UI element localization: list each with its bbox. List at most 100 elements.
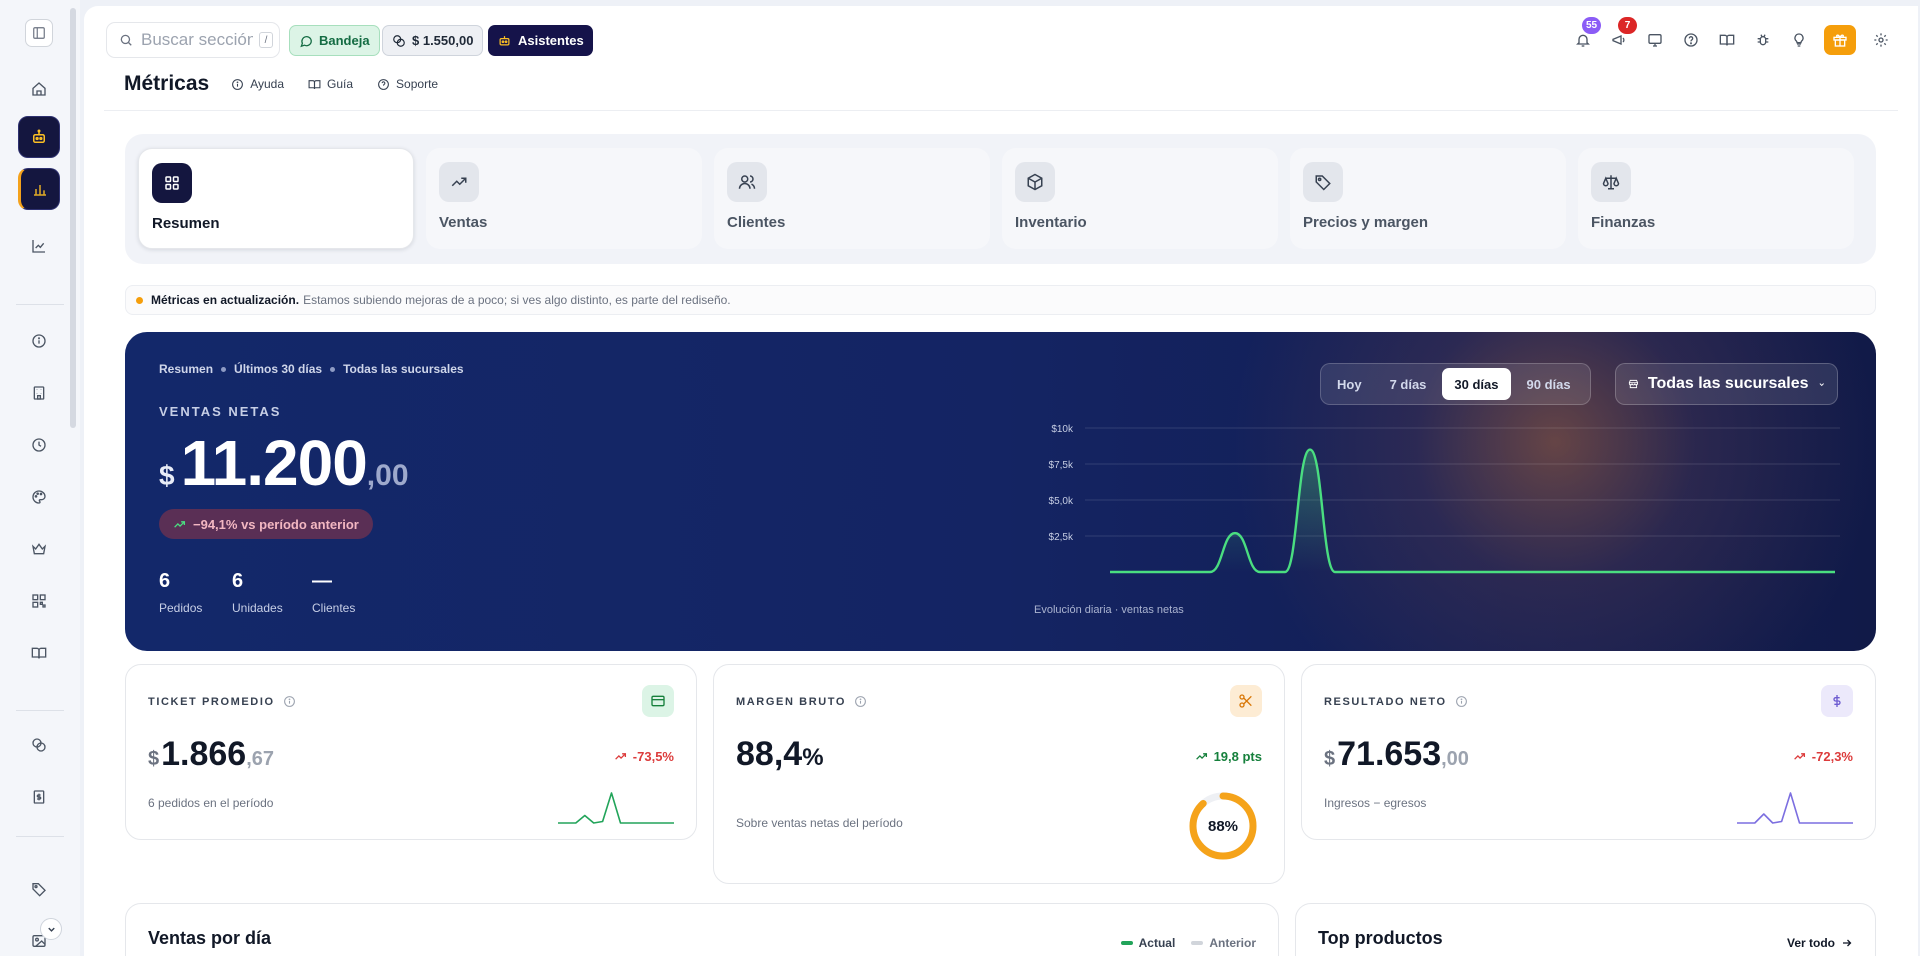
sidebar-scrollbar[interactable]: [70, 8, 76, 428]
chevron-down-icon: [1819, 382, 1824, 386]
sidebar-toggle-button[interactable]: [25, 19, 53, 47]
header-divider: [104, 110, 1898, 111]
gear-icon: [1874, 33, 1888, 47]
range-selector: Hoy 7 días 30 días 90 días: [1320, 363, 1591, 405]
y-tick-label: $2,5k: [1049, 532, 1074, 543]
info-icon[interactable]: [854, 695, 867, 708]
stat-label: Pedidos: [159, 601, 203, 615]
tab-finanzas[interactable]: Finanzas: [1578, 148, 1854, 249]
card-label: MARGEN BRUTO: [736, 695, 867, 708]
range-7-days[interactable]: 7 días: [1378, 368, 1439, 400]
topbar: Buscar sección... / Bandeja $ 1.550,00 A…: [84, 17, 1918, 58]
see-all-link[interactable]: Ver todo: [1787, 936, 1853, 950]
guide-link[interactable]: Guía: [308, 77, 353, 91]
users-icon: [727, 162, 767, 202]
net-sales-hero: Resumen Últimos 30 días Todas las sucurs…: [125, 332, 1876, 651]
crown-icon: [31, 543, 47, 555]
net-sales-delta: −94,1% vs período anterior: [159, 509, 373, 539]
sidebar-item-reports[interactable]: [18, 225, 60, 267]
sidebar-item-branches[interactable]: [18, 372, 60, 414]
range-today[interactable]: Hoy: [1325, 368, 1374, 400]
support-link[interactable]: Soporte: [377, 77, 438, 91]
sparkline-path: [1737, 792, 1853, 824]
help-button[interactable]: [1680, 29, 1702, 51]
notice-text: Estamos subiendo mejoras de a poco; si v…: [303, 293, 731, 307]
tab-clientes[interactable]: Clientes: [714, 148, 990, 249]
range-30-days[interactable]: 30 días: [1442, 368, 1511, 400]
currency-symbol: $: [148, 748, 160, 770]
sidebar-item-design[interactable]: [18, 476, 60, 518]
gift-button[interactable]: [1824, 25, 1856, 55]
tag-icon: [32, 883, 46, 897]
sidebar-item-info[interactable]: [18, 320, 60, 362]
building-icon: [33, 386, 45, 400]
sidebar-collapse-button[interactable]: [40, 918, 62, 940]
result-sparkline: [1737, 792, 1853, 824]
inbox-button[interactable]: Bandeja: [289, 25, 380, 56]
tab-precios[interactable]: Precios y margen: [1290, 148, 1566, 249]
sidebar-item-plans[interactable]: [18, 528, 60, 570]
docs-button[interactable]: [1716, 29, 1738, 51]
page-title: Métricas: [124, 72, 210, 95]
sparkline-path: [558, 792, 674, 824]
card-delta: -72,3%: [1793, 749, 1853, 764]
assistants-button[interactable]: Asistentes: [488, 25, 593, 56]
sidebar-item-payments[interactable]: [18, 724, 60, 766]
tab-inventario[interactable]: Inventario: [1002, 148, 1278, 249]
display-button[interactable]: [1644, 29, 1666, 51]
card-title: Ventas por día: [148, 928, 272, 948]
tag-icon: [1303, 162, 1343, 202]
help-link[interactable]: Ayuda: [231, 77, 284, 91]
tab-resumen[interactable]: Resumen: [138, 148, 414, 249]
search-input[interactable]: Buscar sección... /: [106, 22, 280, 58]
scale-icon: [1591, 162, 1631, 202]
range-90-days[interactable]: 90 días: [1515, 368, 1583, 400]
report-bug-button[interactable]: [1752, 29, 1774, 51]
info-icon[interactable]: [283, 695, 296, 708]
stat-value: —: [312, 570, 332, 592]
support-link-label: Soporte: [396, 77, 439, 91]
branch-selector[interactable]: Todas las sucursales: [1615, 363, 1838, 405]
bug-icon: [1757, 34, 1769, 46]
series-area: [1110, 449, 1835, 572]
gross-margin-card: MARGEN BRUTO 88,4 % 19,8 pts Sobre venta…: [713, 664, 1285, 884]
settings-button[interactable]: [1870, 29, 1892, 51]
crumb-item: Últimos 30 días: [234, 362, 323, 376]
main-panel: Buscar sección... / Bandeja $ 1.550,00 A…: [84, 6, 1918, 956]
help-link-label: Ayuda: [250, 77, 285, 91]
currency-symbol: $: [159, 460, 175, 491]
legend-label: Actual: [1138, 936, 1176, 950]
stat-label: Unidades: [232, 601, 283, 615]
delta-text: 19,8 pts: [1213, 749, 1262, 764]
sidebar-item-metrics[interactable]: [18, 168, 60, 210]
sidebar-item-docs[interactable]: [18, 632, 60, 674]
megaphone-icon: [1612, 35, 1625, 45]
tab-label: Resumen: [152, 215, 220, 232]
store-icon: [1628, 379, 1638, 389]
bar-chart-icon: [34, 185, 46, 196]
balance-button[interactable]: $ 1.550,00: [382, 25, 484, 56]
ideas-button[interactable]: [1788, 29, 1810, 51]
notice-dot: [136, 296, 143, 304]
announcements-button[interactable]: 7: [1608, 17, 1637, 51]
tab-ventas[interactable]: Ventas: [426, 148, 702, 249]
card-label-text: RESULTADO NETO: [1324, 695, 1447, 708]
top-products-card: Top productos Ver todo: [1295, 903, 1876, 956]
scissors-icon: [1230, 685, 1262, 717]
legend-previous[interactable]: Anterior: [1191, 936, 1256, 950]
info-icon[interactable]: [1455, 695, 1468, 708]
sidebar-item-home[interactable]: [18, 68, 60, 110]
sidebar-item-tags[interactable]: [18, 868, 60, 910]
sidebar-item-history[interactable]: [18, 424, 60, 466]
panel-icon: [33, 27, 45, 39]
stat-value: 6: [159, 570, 171, 592]
tab-label: Finanzas: [1591, 214, 1656, 231]
sidebar-item-assistants[interactable]: [18, 116, 60, 158]
sidebar-item-invoices[interactable]: [18, 776, 60, 818]
notifications-button[interactable]: 55: [1572, 17, 1602, 51]
net-result-card: RESULTADO NETO $ 71.653 ,00 -72,3% Ingre…: [1301, 664, 1876, 840]
sidebar-item-qr[interactable]: [18, 580, 60, 622]
donut-label: 88%: [1207, 817, 1239, 835]
legend-current[interactable]: Actual: [1120, 936, 1176, 950]
trending-up-icon: [439, 162, 479, 202]
